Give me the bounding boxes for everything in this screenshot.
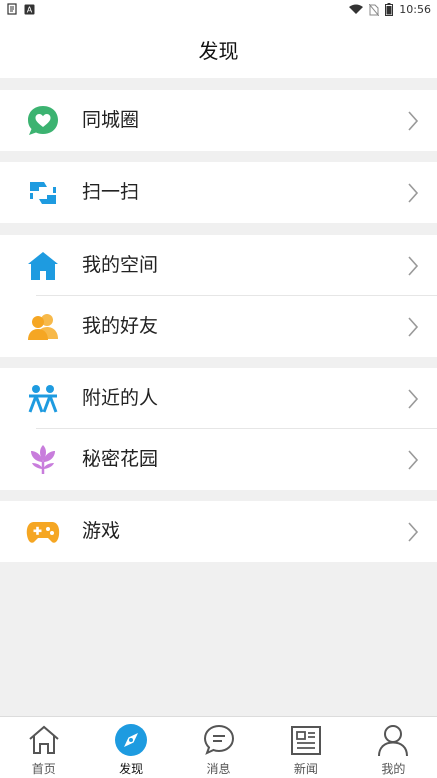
home-outline-icon [29, 725, 59, 754]
status-time: 10:56 [399, 3, 431, 16]
wifi-icon [349, 4, 364, 14]
no-sim-icon [369, 3, 380, 16]
flower-icon [31, 445, 55, 474]
page-header: 发现 [0, 20, 437, 78]
notification-icon [7, 3, 17, 15]
tab-label: 首页 [31, 762, 56, 776]
tab-profile[interactable]: 我的 [350, 717, 437, 778]
gamepad-icon [26, 522, 60, 543]
friends-icon [28, 314, 58, 340]
compass-icon [115, 724, 148, 756]
home-icon [28, 252, 58, 280]
battery-icon [385, 3, 394, 16]
menu-item-scan[interactable]: 扫一扫 [0, 162, 437, 223]
tab-label: 消息 [206, 762, 231, 776]
app-icon: A [24, 4, 35, 14]
menu-item-city-circle[interactable]: 同城圈 [0, 90, 437, 151]
menu-item-label: 我的好友 [82, 315, 159, 337]
chevron-right-icon [408, 111, 419, 131]
discover-group: 附近的人 秘密花园 [0, 368, 437, 490]
chevron-right-icon [408, 450, 419, 470]
discover-group: 游戏 [0, 501, 437, 562]
menu-item-label: 秘密花园 [82, 448, 159, 470]
newspaper-icon [290, 726, 321, 755]
discover-group: 扫一扫 [0, 162, 437, 223]
chevron-right-icon [408, 256, 419, 276]
page-title: 发现 [198, 38, 239, 63]
chevron-right-icon [408, 317, 419, 337]
tab-label: 发现 [119, 762, 144, 776]
svg-text:A: A [27, 5, 33, 14]
menu-item-my-space[interactable]: 我的空间 [0, 235, 437, 296]
profile-icon [378, 725, 409, 757]
menu-item-nearby-people[interactable]: 附近的人 [0, 368, 437, 429]
tab-home[interactable]: 首页 [0, 717, 87, 778]
status-bar: A 10:56 [0, 0, 437, 20]
menu-item-label: 附近的人 [82, 387, 159, 409]
tab-news[interactable]: 新闻 [262, 717, 349, 778]
bottom-tab-bar: 首页 发现 消息 新闻 我的 [0, 716, 437, 778]
menu-item-label: 游戏 [82, 520, 121, 542]
discover-group: 我的空间 我的好友 [0, 235, 437, 357]
tab-label: 我的 [381, 762, 406, 776]
heart-chat-icon [28, 106, 58, 135]
tab-messages[interactable]: 消息 [175, 717, 262, 778]
message-icon [203, 724, 234, 755]
menu-item-label: 同城圈 [82, 109, 140, 131]
menu-item-games[interactable]: 游戏 [0, 501, 437, 562]
menu-item-my-friends[interactable]: 我的好友 [0, 296, 437, 357]
nearby-people-icon [28, 385, 58, 413]
discover-group: 同城圈 [0, 90, 437, 151]
menu-item-secret-garden[interactable]: 秘密花园 [0, 429, 437, 490]
chevron-right-icon [408, 522, 419, 542]
tab-label: 新闻 [293, 762, 318, 776]
tab-discover[interactable]: 发现 [87, 717, 174, 778]
chevron-right-icon [408, 183, 419, 203]
chevron-right-icon [408, 389, 419, 409]
scan-icon [30, 182, 56, 204]
menu-item-label: 扫一扫 [82, 181, 140, 203]
menu-item-label: 我的空间 [82, 254, 159, 276]
